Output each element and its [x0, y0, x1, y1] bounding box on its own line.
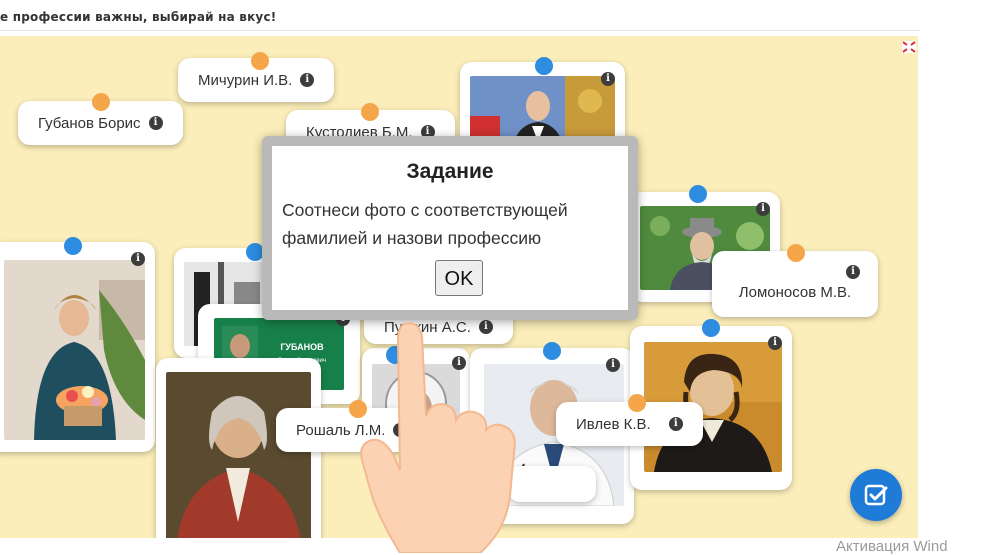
info-icon[interactable]: i	[148, 116, 163, 130]
instruction-text: е профессии важны, выбирай на вкус!	[0, 10, 277, 24]
connector-dot[interactable]	[535, 57, 553, 75]
connector-dot[interactable]	[64, 237, 82, 255]
info-icon[interactable]: i	[768, 336, 782, 350]
connector-dot[interactable]	[251, 52, 269, 70]
dialog-title: Задание	[406, 160, 494, 183]
label-text: Ивлев К.В.	[576, 415, 651, 433]
task-dialog-body: Задание Соотнеси фото с соответствующей …	[272, 146, 628, 310]
gubanov-banner-name: ГУБАНОВ	[280, 342, 324, 352]
task-dialog: Задание Соотнеси фото с соответствующей …	[262, 136, 638, 320]
connector-dot[interactable]	[92, 93, 110, 111]
check-square-icon	[864, 484, 888, 506]
windows-activation-watermark: Активация Wind	[836, 538, 948, 555]
connector-dot[interactable]	[702, 319, 720, 337]
connector-dot[interactable]	[628, 394, 646, 412]
connector-dot[interactable]	[361, 103, 379, 121]
hand-pointer-icon	[360, 322, 516, 553]
check-answer-button[interactable]	[850, 469, 902, 521]
info-icon[interactable]: i	[606, 358, 620, 372]
connector-dot[interactable]	[543, 342, 561, 360]
photo-lomonosov-portrait	[166, 372, 311, 538]
photo-woman-flowers	[4, 260, 145, 440]
label-text: Губанов Борис	[38, 114, 141, 132]
connector-dot[interactable]	[689, 185, 707, 203]
info-icon[interactable]: i	[300, 73, 315, 87]
dialog-text: Соотнеси фото с соответствующей фамилией…	[282, 200, 568, 248]
ok-button[interactable]: OK	[435, 260, 483, 296]
connector-dot[interactable]	[787, 244, 805, 262]
label-text: Ломоносов М.В.	[738, 283, 852, 301]
info-icon[interactable]: i	[601, 72, 615, 86]
info-icon[interactable]: i	[668, 417, 683, 431]
instruction-bar: е профессии важны, выбирай на вкус!	[0, 0, 920, 31]
info-icon[interactable]: i	[846, 265, 860, 279]
info-icon[interactable]: i	[756, 202, 770, 216]
photo-card-woman[interactable]: i	[0, 242, 155, 452]
info-icon[interactable]: i	[131, 252, 145, 266]
fullscreen-icon[interactable]	[902, 40, 916, 53]
label-text: Мичурин И.В.	[198, 71, 293, 89]
